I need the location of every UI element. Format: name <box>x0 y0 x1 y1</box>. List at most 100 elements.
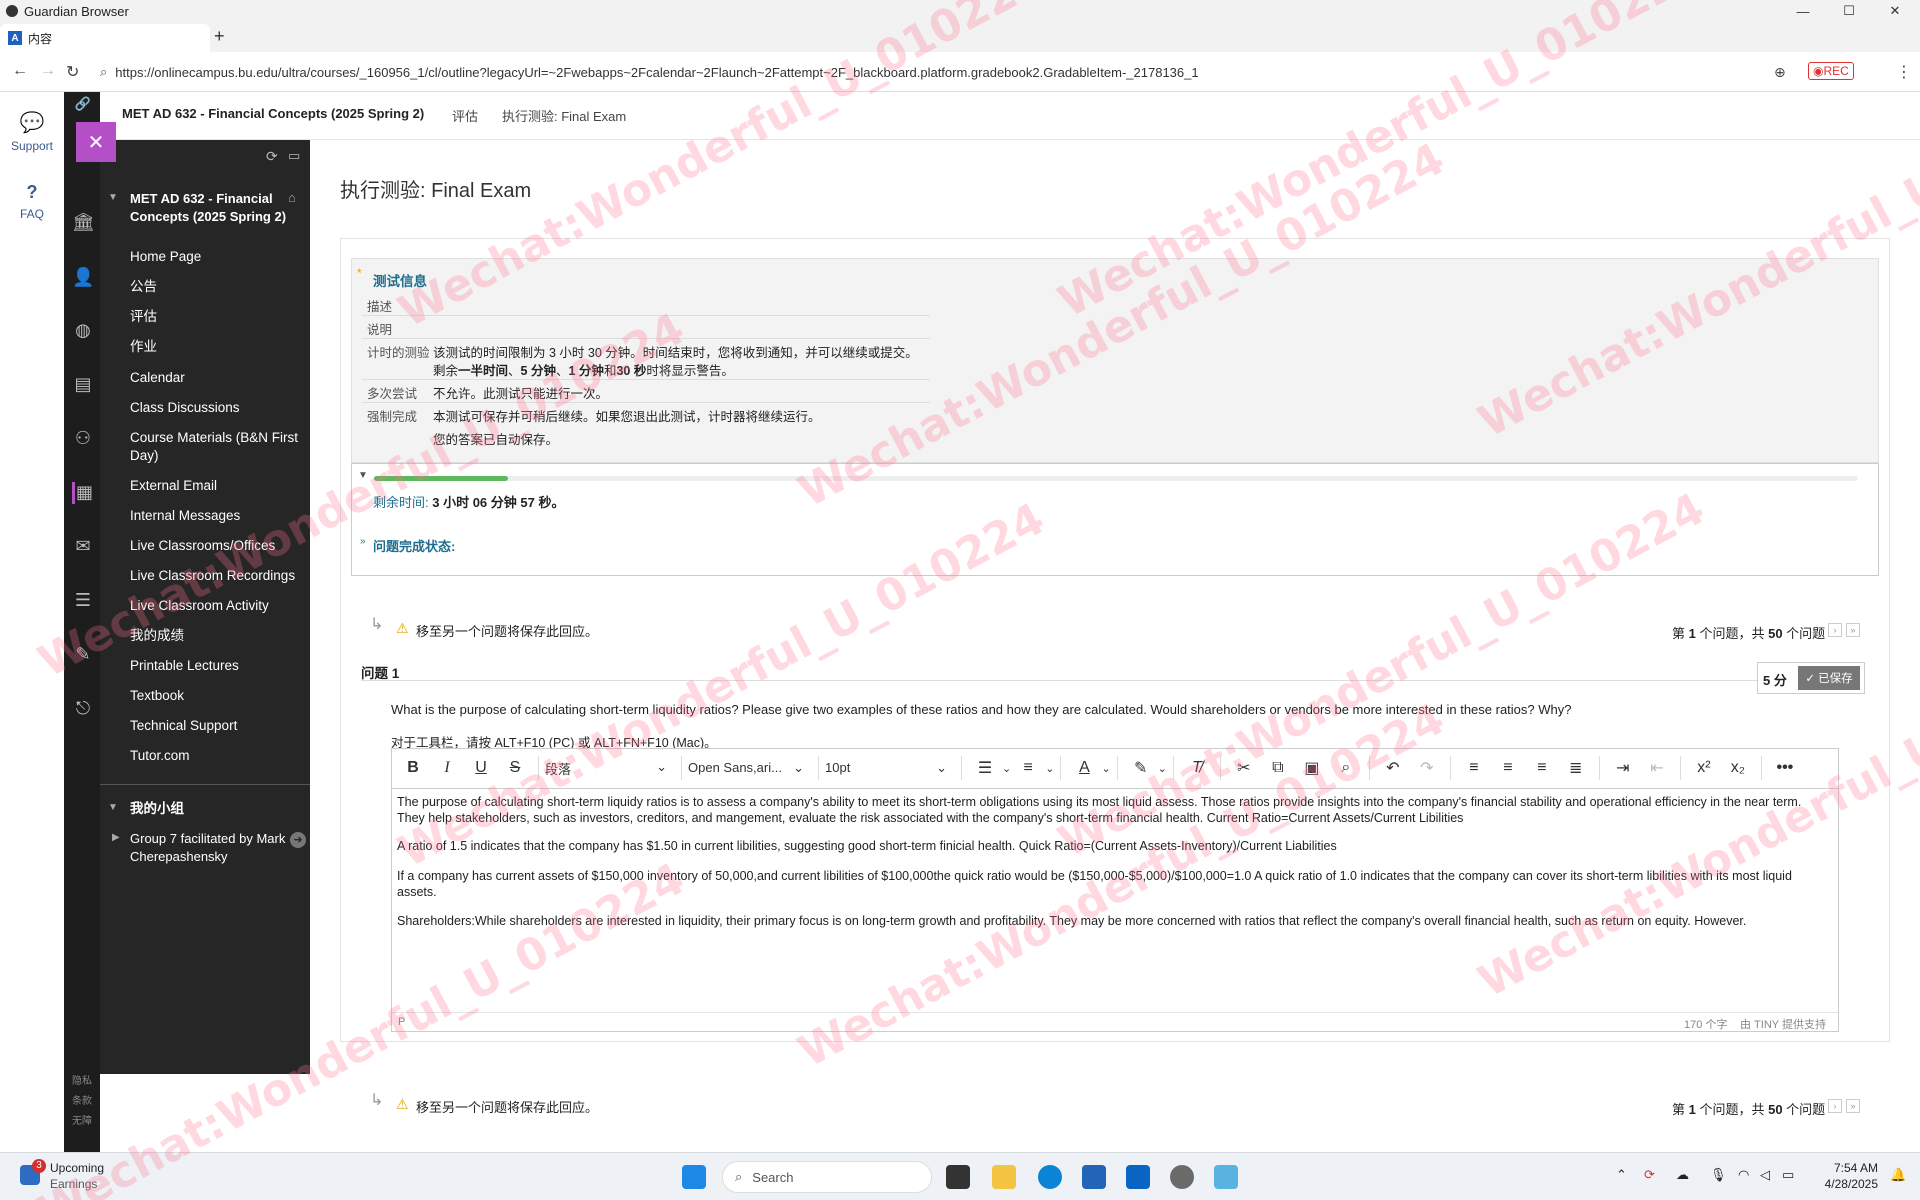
microphone-icon[interactable]: 🎙 <box>1710 1167 1727 1183</box>
folder-icon[interactable]: ▭ <box>288 148 300 164</box>
group-arrow-icon[interactable]: ➜ <box>290 832 306 848</box>
tray-chevron-icon[interactable]: ⌃ <box>1616 1167 1627 1183</box>
font-size-select[interactable]: 10pt ⌄ <box>825 760 955 776</box>
menu-class-discussions[interactable]: Class Discussions <box>130 399 300 417</box>
menu-live-recordings[interactable]: Live Classroom Recordings <box>130 567 300 585</box>
menu-tutor[interactable]: Tutor.com <box>130 747 300 765</box>
bullet-list-icon[interactable]: ☰ <box>968 758 1002 778</box>
signout-icon[interactable]: ⎋ <box>72 698 94 720</box>
wifi-icon[interactable]: ◠ <box>1738 1167 1749 1183</box>
groups-icon[interactable]: ⚇ <box>72 428 94 450</box>
refresh-icon[interactable]: ⟳ <box>266 148 278 165</box>
timer-collapse-icon[interactable]: ▼ <box>358 470 368 481</box>
tray-update-icon[interactable]: ⟳ <box>1644 1167 1655 1183</box>
menu-printable-lectures[interactable]: Printable Lectures <box>130 657 300 675</box>
clock-date[interactable]: 4/28/2025 <box>1808 1177 1878 1191</box>
my-groups-heading[interactable]: 我的小组 <box>130 800 300 818</box>
profile-icon[interactable]: 👤 <box>72 267 94 289</box>
menu-home-page[interactable]: Home Page <box>130 248 300 266</box>
menu-calendar[interactable]: Calendar <box>130 369 300 387</box>
start-menu-icon[interactable] <box>682 1165 706 1189</box>
cut-icon[interactable]: ✂ <box>1227 758 1261 778</box>
guardian-browser-icon[interactable] <box>1214 1165 1238 1189</box>
next-question-icon[interactable]: › <box>1828 623 1842 637</box>
undo-icon[interactable]: ↶ <box>1376 758 1410 778</box>
test-info-heading[interactable]: 测试信息 <box>373 270 427 290</box>
upcoming-label[interactable]: Upcoming <box>50 1161 104 1175</box>
new-tab-button[interactable]: + <box>214 26 225 47</box>
url-field[interactable]: ⌕ https://onlinecampus.bu.edu/ultra/cour… <box>100 58 1780 86</box>
copy-icon[interactable]: ⧉ <box>1261 759 1295 777</box>
zoom-icon[interactable]: ⊕ <box>1774 64 1786 81</box>
home-icon[interactable]: ⌂ <box>288 190 296 205</box>
find-icon[interactable]: ⌕ <box>1329 759 1363 777</box>
clear-format-icon[interactable]: T̸ <box>1180 759 1214 777</box>
accessibility-link[interactable]: 无障 <box>72 1112 92 1132</box>
onedrive-icon[interactable]: ☁ <box>1676 1167 1689 1183</box>
course-title[interactable]: MET AD 632 - Financial Concepts (2025 Sp… <box>130 190 300 226</box>
more-tools-icon[interactable]: ••• <box>1768 759 1802 777</box>
support-link[interactable]: 💬 Support <box>0 110 64 153</box>
menu-live-activity[interactable]: Live Classroom Activity <box>130 597 300 615</box>
indent-icon[interactable]: ⇥ <box>1606 758 1640 778</box>
file-explorer-icon[interactable] <box>992 1165 1016 1189</box>
notifications-icon[interactable]: 🔔 <box>1890 1167 1906 1183</box>
menu-textbook[interactable]: Textbook <box>130 687 300 705</box>
menu-assignments[interactable]: 作业 <box>130 338 300 356</box>
edge-icon[interactable] <box>1038 1165 1062 1189</box>
last-question-icon[interactable]: » <box>1846 623 1860 637</box>
align-center-icon[interactable]: ≡ <box>1491 759 1525 777</box>
numbered-list-icon[interactable]: ≡ <box>1011 759 1045 777</box>
grades-icon[interactable]: ☰ <box>72 590 94 612</box>
calendar-icon[interactable]: ▦ <box>72 482 94 504</box>
menu-course-materials[interactable]: Course Materials (B&N First Day) <box>130 429 300 465</box>
menu-internal-messages[interactable]: Internal Messages <box>130 507 300 525</box>
store-icon[interactable] <box>1082 1165 1106 1189</box>
forward-arrow-icon[interactable]: → <box>40 62 56 80</box>
battery-icon[interactable]: ▭ <box>1782 1167 1794 1183</box>
minimize-button[interactable]: — <box>1780 0 1826 22</box>
align-left-icon[interactable]: ≡ <box>1457 759 1491 777</box>
close-menu-button[interactable]: ✕ <box>76 122 116 162</box>
italic-button[interactable]: I <box>430 759 464 777</box>
group-7-item[interactable]: Group 7 facilitated by Mark Cherepashens… <box>130 830 300 866</box>
collapse-arrow-icon[interactable]: ▼ <box>108 192 118 203</box>
group-expand-icon[interactable]: ▶ <box>112 832 120 843</box>
subscript-icon[interactable]: x₂ <box>1721 759 1755 777</box>
paragraph-select[interactable]: 段落 ⌄ <box>545 759 675 778</box>
messages-icon[interactable]: ✉ <box>72 536 94 558</box>
privacy-link[interactable]: 隐私 <box>72 1072 92 1092</box>
paste-icon[interactable]: ▣ <box>1295 758 1329 778</box>
align-right-icon[interactable]: ≡ <box>1525 759 1559 777</box>
breadcrumb-course[interactable]: MET AD 632 - Financial Concepts (2025 Sp… <box>122 106 424 121</box>
link-icon[interactable]: 🔗 <box>72 96 94 118</box>
reload-icon[interactable]: ↻ <box>66 62 79 82</box>
institution-icon[interactable]: 🏛 <box>72 212 95 234</box>
menu-external-email[interactable]: External Email <box>130 477 300 495</box>
back-arrow-icon[interactable]: ← <box>12 62 28 80</box>
bold-button[interactable]: B <box>396 759 430 777</box>
menu-announcements[interactable]: 公告 <box>130 278 300 296</box>
chevron-down-icon[interactable]: ⌄ <box>1101 762 1110 775</box>
answer-paragraph-3[interactable]: If a company has current assets of $150,… <box>397 868 1817 900</box>
answer-paragraph-4[interactable]: Shareholders:While shareholders are inte… <box>397 913 1817 929</box>
menu-assessments[interactable]: 评估 <box>130 308 300 326</box>
menu-my-grades[interactable]: 我的成绩 <box>130 627 300 645</box>
chevron-down-icon[interactable]: ⌄ <box>1045 762 1054 775</box>
underline-button[interactable]: U <box>464 759 498 777</box>
task-view-icon[interactable] <box>946 1165 970 1189</box>
clock-time[interactable]: 7:54 AM <box>1818 1161 1878 1175</box>
tools-icon[interactable]: ✎ <box>72 644 94 666</box>
close-window-button[interactable]: ✕ <box>1872 0 1918 22</box>
completion-status-link[interactable]: 问题完成状态: <box>373 536 455 555</box>
group-collapse-icon[interactable]: ▼ <box>108 802 118 813</box>
highlight-icon[interactable]: ✎ <box>1124 758 1158 778</box>
volume-icon[interactable]: ◁ <box>1760 1167 1770 1183</box>
text-color-icon[interactable]: A <box>1067 759 1101 777</box>
chevron-down-icon[interactable]: ⌄ <box>1002 762 1011 775</box>
outlook-icon[interactable] <box>1126 1165 1150 1189</box>
superscript-icon[interactable]: x² <box>1687 759 1721 777</box>
answer-paragraph-1[interactable]: The purpose of calculating short-term li… <box>397 794 1817 826</box>
terms-link[interactable]: 条款 <box>72 1092 92 1112</box>
strikethrough-button[interactable]: S <box>498 759 532 777</box>
